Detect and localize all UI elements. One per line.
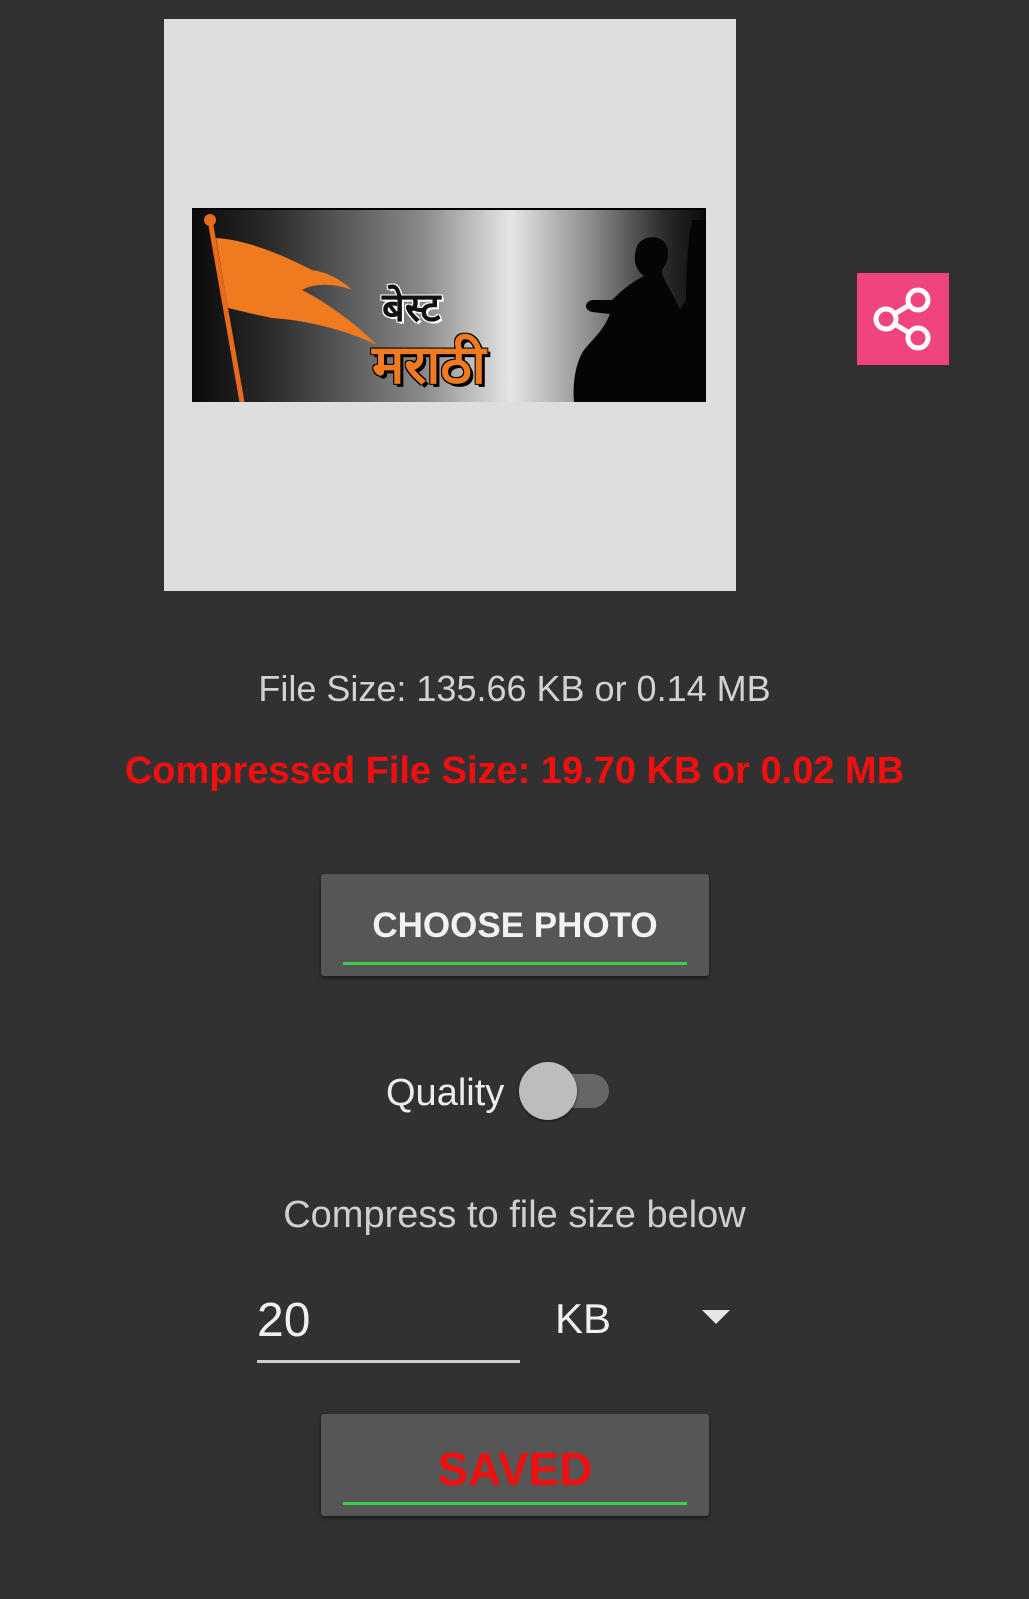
choose-photo-underline <box>343 962 687 965</box>
banner-word-marathi: मराठी <box>372 333 486 396</box>
quality-toggle-thumb <box>519 1062 577 1120</box>
saved-button[interactable]: SAVED <box>321 1414 709 1516</box>
saved-label: SAVED <box>437 1443 593 1495</box>
seated-figure-silhouette <box>573 220 706 402</box>
saved-underline <box>343 1502 687 1505</box>
saffron-flag <box>216 238 377 345</box>
original-file-size: File Size: 135.66 KB or 0.14 MB <box>258 668 771 709</box>
quality-label: Quality <box>386 1072 505 1114</box>
image-preview: बेस्ट मराठी <box>164 19 736 591</box>
quality-toggle[interactable] <box>519 1061 611 1121</box>
choose-photo-label: CHOOSE PHOTO <box>372 906 658 945</box>
size-unit-dropdown[interactable]: KB <box>550 1283 735 1347</box>
compressed-file-size: Compressed File Size: 19.70 KB or 0.02 M… <box>124 750 905 792</box>
flag-pole-tip <box>204 214 216 226</box>
preview-banner-image: बेस्ट मराठी <box>192 208 706 402</box>
choose-photo-button[interactable]: CHOOSE PHOTO <box>321 874 709 976</box>
share-icon <box>873 287 931 351</box>
target-size-input[interactable] <box>257 1280 520 1363</box>
compress-target-label: Compress to file size below <box>283 1194 746 1236</box>
dropdown-arrow-icon <box>702 1310 730 1324</box>
share-button[interactable] <box>857 273 949 365</box>
size-unit-value: KB <box>555 1295 612 1342</box>
banner-word-best: बेस्ट <box>382 285 441 331</box>
